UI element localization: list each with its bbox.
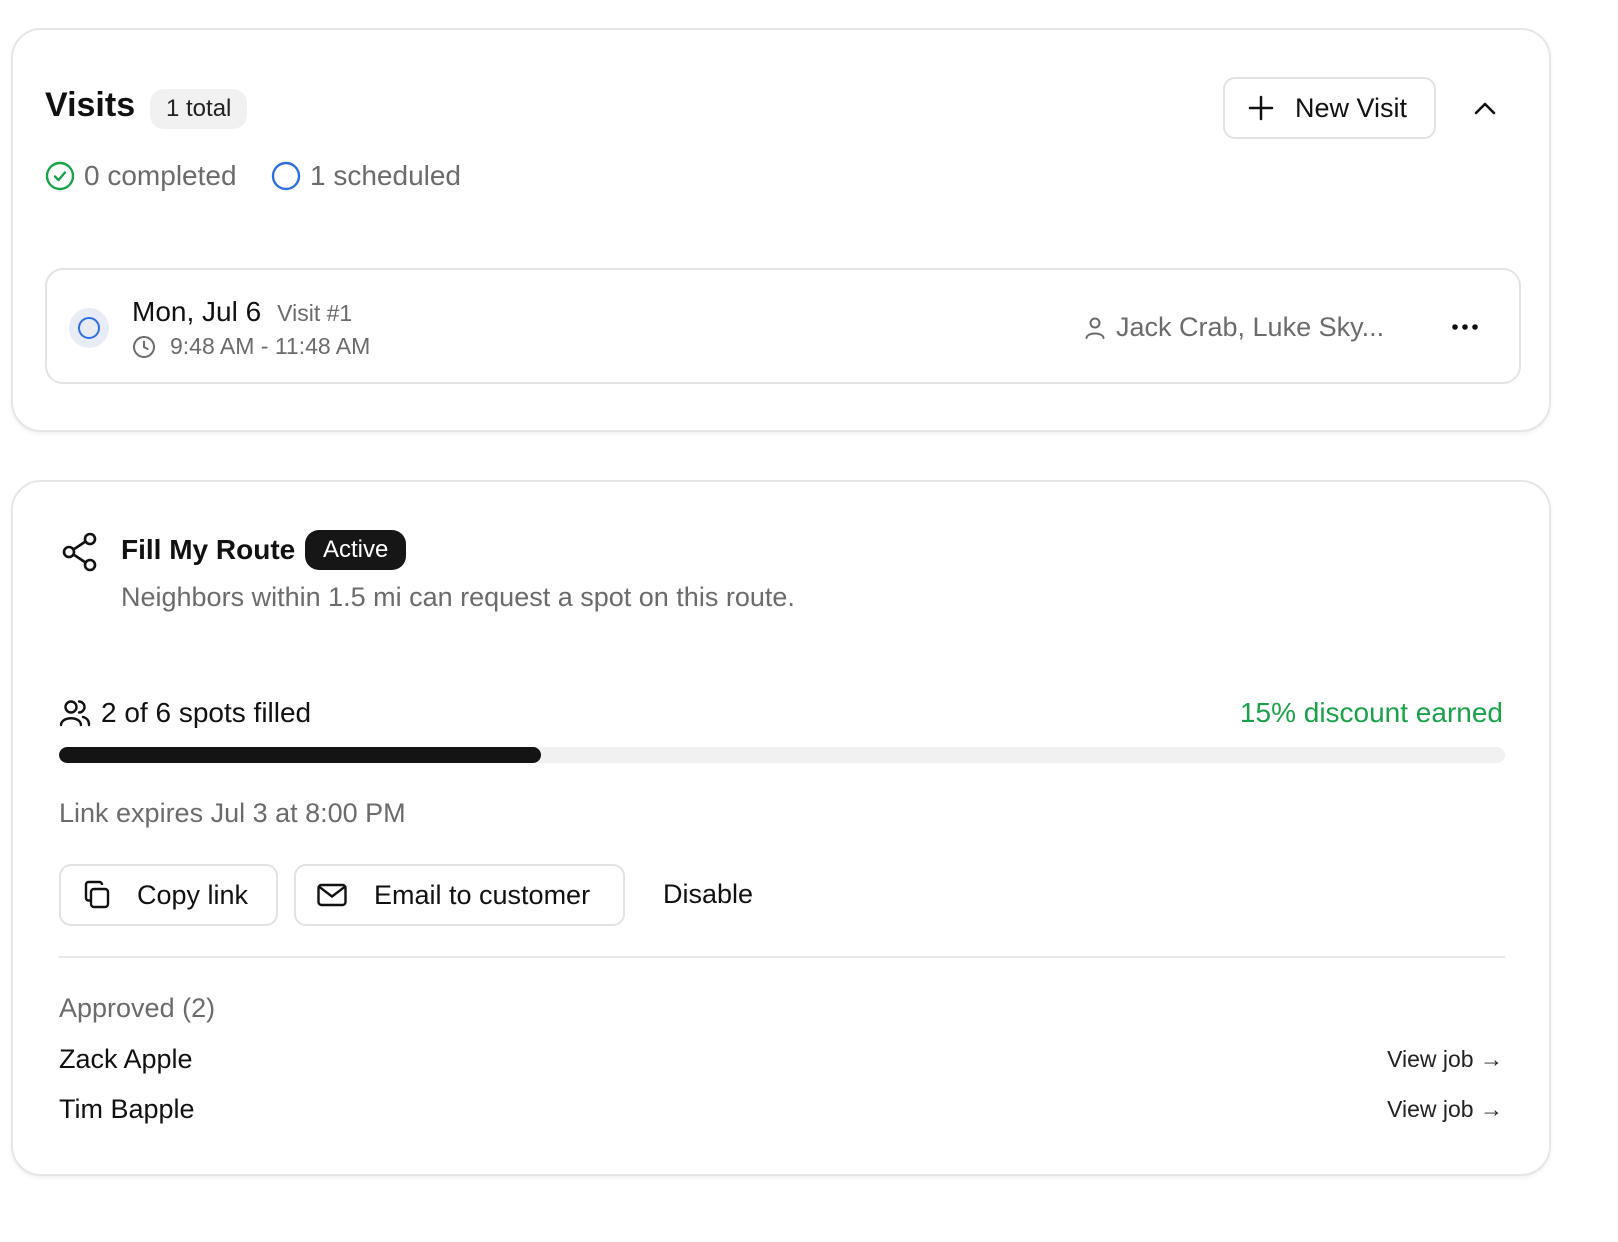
new-visit-label: New Visit [1295,92,1408,123]
spots-filled-label: 2 of 6 spots filled [101,697,312,728]
email-customer-button[interactable]: Email to customer [294,864,625,926]
approved-name: Tim Bapple [59,1094,195,1124]
clock-icon [132,335,156,359]
completed-stat: 0 completed [45,160,237,192]
scheduled-stat-label: 1 scheduled [310,160,462,191]
spots-progress-fill [59,747,541,763]
copy-link-button[interactable]: Copy link [59,864,278,926]
scheduled-circle-icon [271,161,301,191]
visit-status-icon [69,308,109,348]
mail-icon [316,881,348,909]
visits-card: Visits 1 total New Visit 0 completed 1 s… [11,28,1551,432]
share-icon [60,531,100,573]
people-icon [59,697,91,729]
email-customer-label: Email to customer [374,879,591,910]
fill-my-route-card: Fill My Route Active Neighbors within 1.… [11,480,1551,1176]
link-expiry: Link expires Jul 3 at 8:00 PM [59,798,406,828]
visit-assignees-label: Jack Crab, Luke Sky... [1116,312,1385,342]
visits-total-badge: 1 total [150,89,248,129]
discount-earned: 15% discount earned [1239,697,1503,728]
spots-progress-bar [59,747,1505,763]
disable-button[interactable]: Disable [663,879,753,910]
approved-name: Zack Apple [59,1044,193,1074]
check-circle-icon [45,161,75,191]
approved-header: Approved (2) [59,993,216,1023]
visit-time-range: 9:48 AM - 11:48 AM [170,333,371,359]
route-title: Fill My Route [121,534,296,565]
person-icon [1084,316,1106,340]
spots-filled: 2 of 6 spots filled [59,697,311,729]
visit-heading: Mon, Jul 6 Visit #1 [132,296,352,328]
scheduled-stat: 1 scheduled [271,160,461,192]
visit-row[interactable]: Mon, Jul 6 Visit #1 9:48 AM - 11:48 AM J… [45,268,1521,384]
visit-number: Visit #1 [277,300,353,326]
route-status-badge: Active [305,530,407,570]
visit-time: 9:48 AM - 11:48 AM [132,333,370,360]
view-job-link[interactable]: View job → [1387,1096,1503,1123]
copy-icon [81,879,113,911]
divider [59,956,1505,958]
visit-assignees: Jack Crab, Luke Sky... [1084,312,1384,343]
copy-link-label: Copy link [137,879,249,910]
visits-title: Visits [45,86,136,124]
view-job-link[interactable]: View job → [1387,1046,1503,1073]
completed-stat-label: 0 completed [84,160,237,191]
chevron-up-icon[interactable] [1471,96,1499,120]
more-options-icon[interactable] [1450,312,1480,342]
route-description: Neighbors within 1.5 mi can request a sp… [121,582,795,612]
visit-date: Mon, Jul 6 [132,296,262,327]
plus-icon [1247,94,1275,122]
new-visit-button[interactable]: New Visit [1223,77,1436,139]
